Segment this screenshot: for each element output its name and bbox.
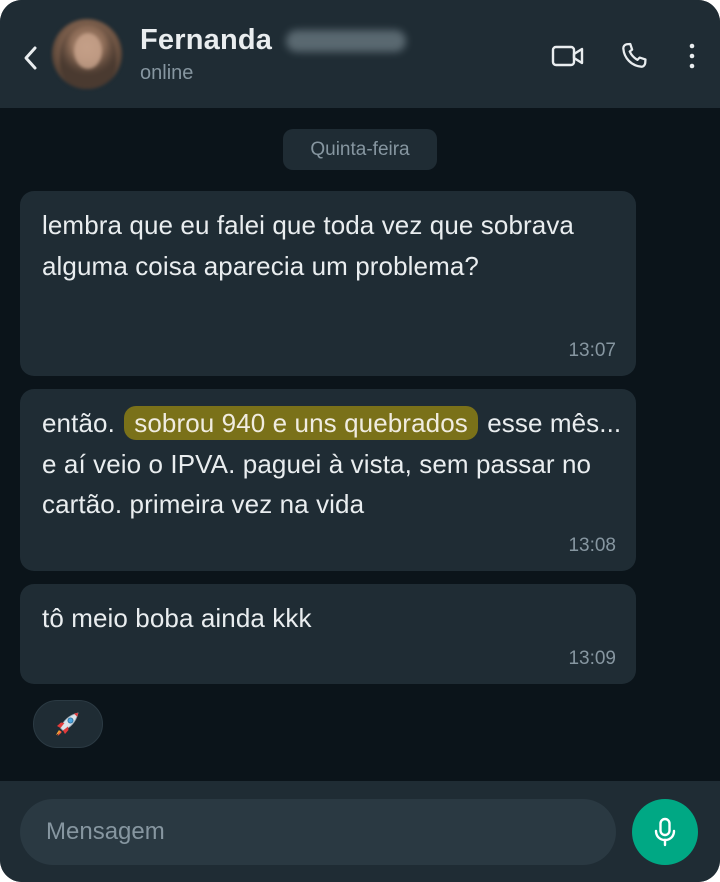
blurred-surname [286,30,406,52]
more-options-button[interactable] [680,38,704,74]
chevron-left-icon [24,46,37,70]
message-bubble[interactable]: lembra que eu falei que toda vez que sob… [20,191,636,376]
message-text: então. sobrou 940 e uns quebrados esse m… [42,403,622,525]
message-time: 13:08 [568,535,616,556]
contact-name[interactable]: Fernanda [140,24,272,57]
video-call-button[interactable] [548,38,588,74]
message-text: tô meio boba ainda kkk [42,603,312,633]
message-bubble[interactable]: então. sobrou 940 e uns quebrados esse m… [20,389,636,571]
message-input-container [20,799,616,865]
date-divider: Quinta-feira [283,129,437,170]
rocket-icon [56,712,79,736]
avatar-face [74,33,102,69]
phone-icon [622,42,647,68]
reaction-badge[interactable] [33,700,103,748]
message-text: lembra que eu falei que toda vez que sob… [42,210,574,281]
message-bubble[interactable]: tô meio boba ainda kkk 13:09 [20,584,636,684]
contact-status: online [140,62,194,84]
more-vertical-icon [689,43,695,69]
composer-bar [0,781,720,882]
message-text-before: então. [42,408,115,438]
back-button[interactable] [16,38,46,78]
chat-screen: Fernanda online Quinta-feira lembra que … [0,0,720,882]
chat-header: Fernanda online [0,0,720,108]
message-time: 13:09 [568,648,616,669]
voice-call-button[interactable] [614,38,654,74]
highlighted-text: sobrou 940 e uns quebrados [124,406,478,440]
message-input[interactable] [20,799,616,865]
microphone-icon [654,817,676,847]
avatar[interactable] [52,19,122,89]
voice-record-button[interactable] [632,799,698,865]
message-time: 13:07 [568,340,616,361]
video-camera-icon [551,45,584,67]
